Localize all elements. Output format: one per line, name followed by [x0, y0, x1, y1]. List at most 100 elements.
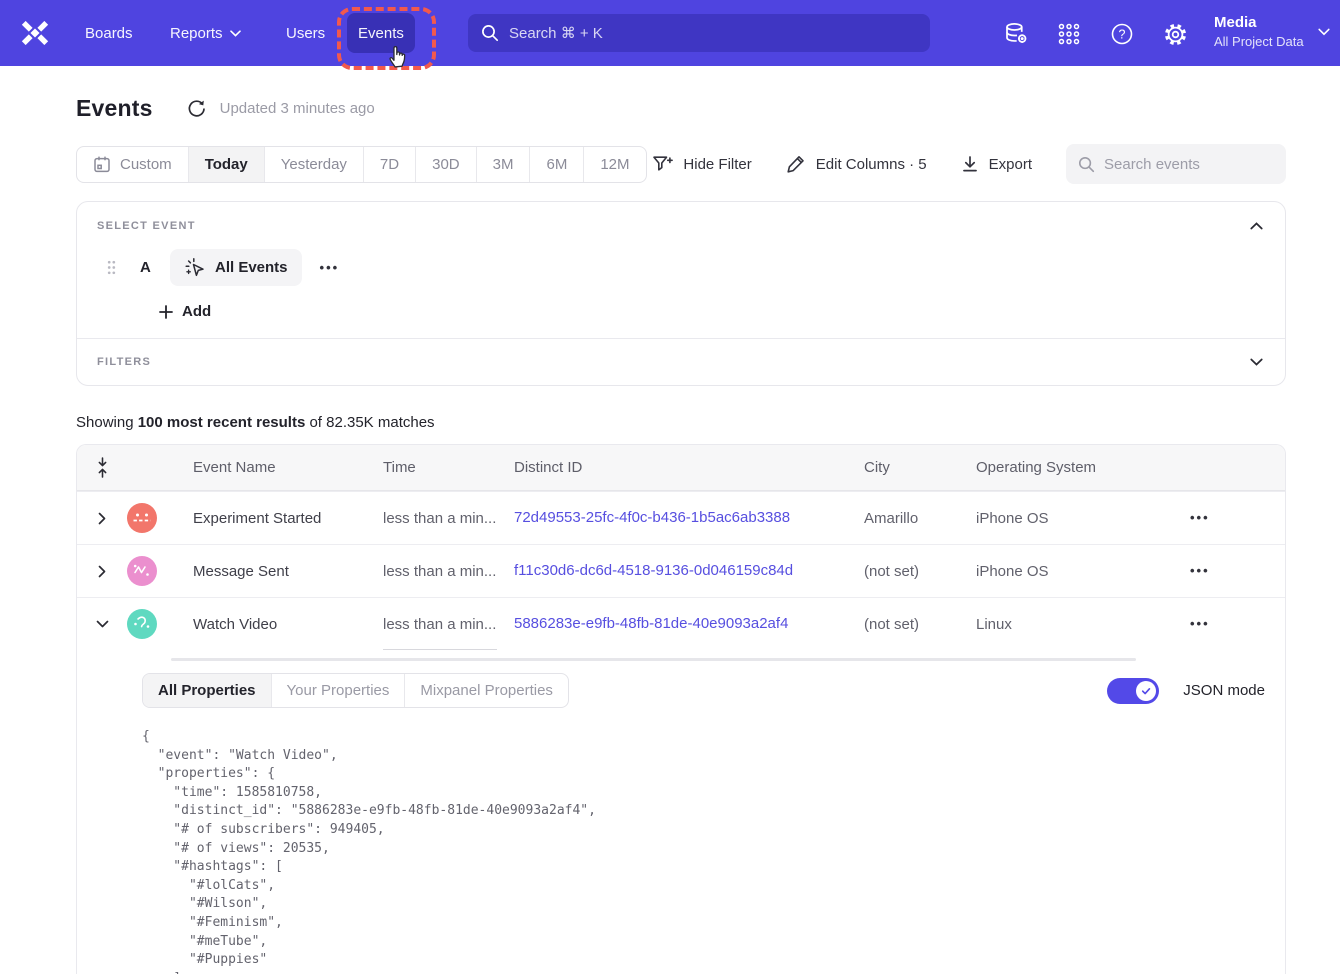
hide-filter-button[interactable]: Hide Filter	[652, 155, 751, 174]
tab-your-properties[interactable]: Your Properties	[271, 674, 405, 707]
project-selector[interactable]: Media All Project Data	[1214, 13, 1304, 51]
nav-label-events: Events	[358, 25, 404, 42]
plus-icon	[159, 305, 173, 319]
expand-filters-button[interactable]	[1247, 353, 1265, 371]
main-content: Events Updated 3 minutes ago Custom Toda…	[0, 92, 1340, 974]
nav-item-users[interactable]: Users	[286, 0, 325, 66]
controls-row: Custom Today Yesterday 7D 30D 3M 6M 12M …	[76, 144, 1286, 184]
search-icon	[1078, 156, 1095, 173]
search-events-input[interactable]	[1104, 156, 1274, 173]
selected-event-name: All Events	[215, 259, 288, 276]
nav-label-boards: Boards	[85, 25, 133, 42]
date-range-3m[interactable]: 3M	[476, 147, 530, 182]
distinct-id-link[interactable]: f11c30d6-dc6d-4518-9136-0d046159c84d	[514, 562, 793, 579]
table-row[interactable]: Message Sent less than a min... f11c30d6…	[77, 544, 1285, 597]
column-header-event-name[interactable]: Event Name	[193, 459, 383, 476]
tab-all-properties[interactable]: All Properties	[143, 674, 271, 707]
table-row[interactable]: Experiment Started less than a min... 72…	[77, 491, 1285, 544]
collapse-row-icon[interactable]	[77, 620, 127, 628]
json-mode-label: JSON mode	[1183, 682, 1265, 699]
check-icon	[1140, 685, 1152, 697]
json-mode-toggle[interactable]	[1107, 678, 1159, 704]
expand-row-icon[interactable]	[77, 512, 127, 525]
mixpanel-logo-icon[interactable]	[18, 17, 52, 49]
nav-item-reports[interactable]: Reports	[170, 0, 241, 66]
event-clause-row: A All Events •••	[97, 249, 1265, 286]
date-range-7d[interactable]: 7D	[363, 147, 415, 182]
page-header: Events Updated 3 minutes ago	[76, 92, 1286, 124]
table-toolbar: Hide Filter Edit Columns · 5 Export	[652, 144, 1286, 184]
column-header-time[interactable]: Time	[383, 459, 514, 476]
toggle-knob	[1136, 681, 1156, 701]
event-name-cell: Message Sent	[193, 563, 383, 580]
horizontal-scrollbar[interactable]	[171, 658, 1136, 661]
clause-more-button[interactable]: •••	[320, 260, 340, 275]
table-header-row: Event Name Time Distinct ID City Operati…	[77, 445, 1285, 491]
tab-mixpanel-properties[interactable]: Mixpanel Properties	[404, 674, 568, 707]
filters-section: FILTERS	[77, 339, 1285, 385]
properties-tabs: All Properties Your Properties Mixpanel …	[142, 673, 569, 708]
date-range-12m[interactable]: 12M	[583, 147, 645, 182]
nav-item-events-active[interactable]: Events	[347, 13, 415, 53]
global-search-bar[interactable]	[468, 14, 930, 52]
results-prefix: Showing	[76, 414, 138, 431]
column-header-city[interactable]: City	[864, 459, 976, 476]
filter-icon	[652, 155, 673, 174]
date-range-label: 30D	[432, 156, 460, 173]
updated-timestamp: Updated 3 minutes ago	[220, 100, 375, 117]
date-range-yesterday[interactable]: Yesterday	[264, 147, 363, 182]
date-range-label: Custom	[120, 156, 172, 173]
event-avatar	[127, 556, 157, 586]
sort-rows-icon[interactable]	[77, 457, 127, 478]
event-name-cell: Watch Video	[193, 616, 383, 633]
data-management-icon[interactable]	[1003, 21, 1029, 47]
drag-handle-icon[interactable]	[107, 260, 116, 275]
os-cell: iPhone OS	[976, 510, 1190, 527]
distinct-id-link[interactable]: 72d49553-25fc-4f0c-b436-1b5ac6ab3388	[514, 509, 790, 526]
column-header-distinct-id[interactable]: Distinct ID	[514, 459, 864, 476]
refresh-icon[interactable]	[187, 98, 207, 118]
project-name: Media	[1214, 13, 1304, 33]
settings-gear-icon[interactable]	[1162, 21, 1188, 47]
collapse-section-button[interactable]	[1247, 217, 1265, 235]
hide-filter-label: Hide Filter	[683, 156, 751, 173]
export-button[interactable]: Export	[961, 155, 1032, 173]
help-icon[interactable]: ?	[1109, 21, 1135, 47]
date-range-label: 6M	[546, 156, 567, 173]
edit-columns-button[interactable]: Edit Columns · 5	[786, 154, 927, 174]
distinct-id-link[interactable]: 5886283e-e9fb-48fb-81de-40e9093a2af4	[514, 615, 788, 632]
pencil-icon	[786, 154, 806, 174]
row-menu-button[interactable]: •••	[1190, 616, 1210, 631]
top-navbar: Boards Reports Users Events	[0, 0, 1340, 66]
date-range-label: Yesterday	[281, 156, 347, 173]
date-range-control: Custom Today Yesterday 7D 30D 3M 6M 12M	[76, 146, 647, 183]
sparkle-cursor-icon	[184, 257, 206, 279]
city-cell: (not set)	[864, 563, 976, 580]
chevron-down-icon	[1250, 358, 1263, 366]
date-range-30d[interactable]: 30D	[415, 147, 476, 182]
event-avatar	[127, 609, 157, 639]
page-title: Events	[76, 95, 153, 122]
results-count: 100 most recent results	[138, 414, 306, 431]
event-selector-chip[interactable]: All Events	[170, 249, 302, 286]
expand-row-icon[interactable]	[77, 565, 127, 578]
date-range-6m[interactable]: 6M	[529, 147, 583, 182]
chevron-down-icon	[230, 30, 241, 37]
table-row-expanded[interactable]: Watch Video less than a min... 5886283e-…	[77, 597, 1285, 650]
apps-grid-icon[interactable]	[1056, 21, 1082, 47]
event-time-cell: less than a min...	[383, 510, 514, 527]
query-builder-card: SELECT EVENT A	[76, 201, 1286, 386]
row-menu-button[interactable]: •••	[1190, 510, 1210, 525]
add-event-button[interactable]: Add	[97, 303, 227, 320]
date-range-label: 7D	[380, 156, 399, 173]
results-summary: Showing 100 most recent results of 82.35…	[76, 414, 1286, 431]
column-header-os[interactable]: Operating System	[976, 459, 1190, 476]
date-range-custom[interactable]: Custom	[77, 147, 188, 182]
search-events-bar[interactable]	[1066, 144, 1286, 184]
date-range-today[interactable]: Today	[188, 147, 264, 182]
global-search-input[interactable]	[509, 25, 917, 42]
row-menu-button[interactable]: •••	[1190, 563, 1210, 578]
project-chevron-down-icon[interactable]	[1318, 28, 1330, 36]
nav-item-boards[interactable]: Boards	[85, 0, 133, 66]
svg-text:?: ?	[1119, 27, 1126, 41]
